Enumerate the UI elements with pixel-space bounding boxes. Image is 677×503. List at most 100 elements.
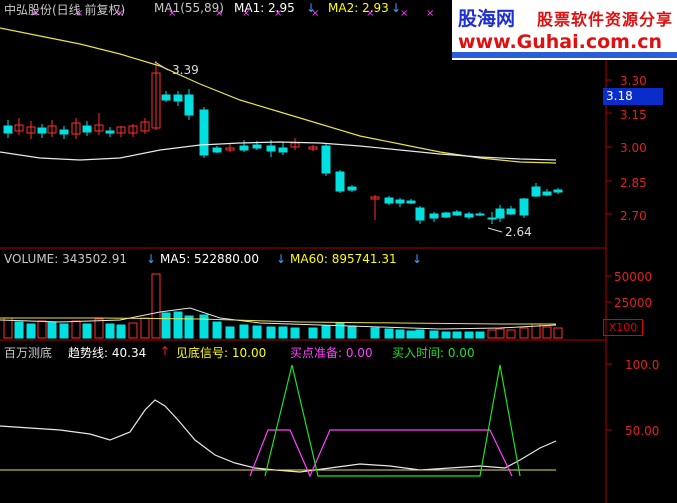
candlestick xyxy=(519,198,529,216)
high-price-label: 3.39 xyxy=(172,63,199,77)
volume-ma5: MA5: 522880.00 xyxy=(160,252,259,266)
volume-bar xyxy=(266,326,276,339)
indicator-trend: 趋势线: 40.34 xyxy=(68,346,147,360)
candlestick xyxy=(542,191,552,196)
volume-bar xyxy=(199,314,209,339)
candlestick xyxy=(321,145,331,174)
price-tick: 3.00 xyxy=(620,141,647,155)
volume-bar xyxy=(475,331,485,339)
volume-bar xyxy=(464,331,474,339)
candlestick xyxy=(347,186,357,191)
volume-bar xyxy=(452,331,462,339)
site-banner[interactable]: 股海网 股票软件资源分享 www.Guhai.com.cn xyxy=(452,0,677,60)
candlestick xyxy=(395,199,405,204)
ma2-arrow: ↓ xyxy=(391,1,402,15)
candlestick xyxy=(266,145,276,152)
volume-ma60: MA60: 895741.31 xyxy=(290,252,397,266)
volume-bar xyxy=(225,326,235,339)
ma2-value: MA2: 2.93 xyxy=(328,1,389,15)
candlestick xyxy=(82,125,92,133)
volume-bar xyxy=(441,331,451,339)
ma1-value: MA1: 2.95 xyxy=(234,1,295,15)
site-url[interactable]: www.Guhai.com.cn xyxy=(458,31,662,53)
volume-bar xyxy=(519,327,529,339)
candlestick xyxy=(415,207,425,221)
volume-bar xyxy=(212,321,222,339)
volume-bar xyxy=(116,324,126,339)
high-pointer xyxy=(154,61,169,71)
candlestick xyxy=(464,213,474,218)
candlestick xyxy=(105,130,115,134)
ma1-arrow: ↓ xyxy=(306,1,317,15)
volume-bar xyxy=(406,330,416,339)
candlestick xyxy=(199,109,209,156)
candlestick xyxy=(487,217,497,220)
ma60-arrow: ↓ xyxy=(412,252,423,266)
candlestick xyxy=(239,145,249,151)
price-tick: 3.30 xyxy=(620,74,647,88)
candlestick xyxy=(475,213,485,216)
buy-ready-line xyxy=(249,429,513,478)
volume-bar xyxy=(128,322,138,339)
volume-bar xyxy=(429,330,439,339)
volume-bar xyxy=(487,329,497,339)
volume-bar xyxy=(37,320,47,339)
volume-bar xyxy=(542,326,552,339)
trend-arrow: ↑ xyxy=(160,344,171,358)
volume-tick: 50000 xyxy=(614,270,653,284)
candlestick xyxy=(406,200,416,204)
site-slogan: 股票软件资源分享 xyxy=(537,10,674,29)
volume-bar xyxy=(105,323,115,339)
candlestick xyxy=(495,208,505,219)
volume-bar xyxy=(370,327,380,339)
indicator-name: 百万测底 xyxy=(4,346,53,360)
low-pointer xyxy=(487,227,503,233)
stock-chart-window[interactable]: × × × × × × × × × × × 中弘股份(日线 前复权) MA1(55,89) MA1:… xyxy=(0,0,677,503)
candlestick xyxy=(37,127,47,134)
volume-bar xyxy=(495,328,505,339)
volume-bar xyxy=(384,328,394,339)
volume-bar xyxy=(347,325,357,339)
volume-bar xyxy=(14,321,24,339)
indicator-buy-ready: 买点准备: 0.00 xyxy=(290,346,373,360)
volume-bar xyxy=(173,311,183,339)
volume-bar xyxy=(415,329,425,339)
volume-bar xyxy=(3,317,13,339)
price-tick: 3.15 xyxy=(620,108,647,122)
indicator-tick: 50.00 xyxy=(625,424,660,438)
candlestick xyxy=(384,197,394,204)
indicator-buy-time: 买入时间: 0.00 xyxy=(392,346,475,360)
candlestick xyxy=(278,147,288,153)
candlestick xyxy=(429,213,439,219)
low-price-label: 2.64 xyxy=(505,225,532,239)
candlestick xyxy=(252,144,262,149)
volume-bar xyxy=(151,273,161,339)
volume-bar xyxy=(395,329,405,339)
candlestick xyxy=(335,171,345,192)
volume-bar xyxy=(59,323,69,339)
ma1-params: MA1(55,89) xyxy=(154,1,224,15)
current-price-label: 3.18 xyxy=(603,88,663,105)
site-logo: 股海网 xyxy=(458,8,516,30)
volume-bar xyxy=(71,320,81,339)
indicator-signal-bottom: 见底信号: 10.00 xyxy=(176,346,267,360)
volume-bar xyxy=(161,312,171,339)
trend-line xyxy=(0,399,557,473)
ma5-arrow: ↓ xyxy=(276,252,287,266)
signal-marker: × xyxy=(400,8,408,19)
volume-label: VOLUME: 343502.91 xyxy=(4,252,127,266)
volume-bar xyxy=(140,317,150,339)
volume-unit: X100 xyxy=(603,319,643,336)
volume-bar xyxy=(308,327,318,339)
volume-bar xyxy=(47,321,57,339)
volume-bar xyxy=(553,327,563,339)
candlestick xyxy=(452,211,462,216)
candlestick xyxy=(441,212,451,218)
candlestick xyxy=(553,189,563,193)
stock-title: 中弘股份(日线 前复权) xyxy=(4,3,126,17)
indicator-tick: 100.0 xyxy=(625,358,660,372)
candlestick xyxy=(184,94,194,116)
volume-bar xyxy=(239,324,249,339)
candlestick xyxy=(161,94,171,101)
volume-bar xyxy=(506,329,516,339)
